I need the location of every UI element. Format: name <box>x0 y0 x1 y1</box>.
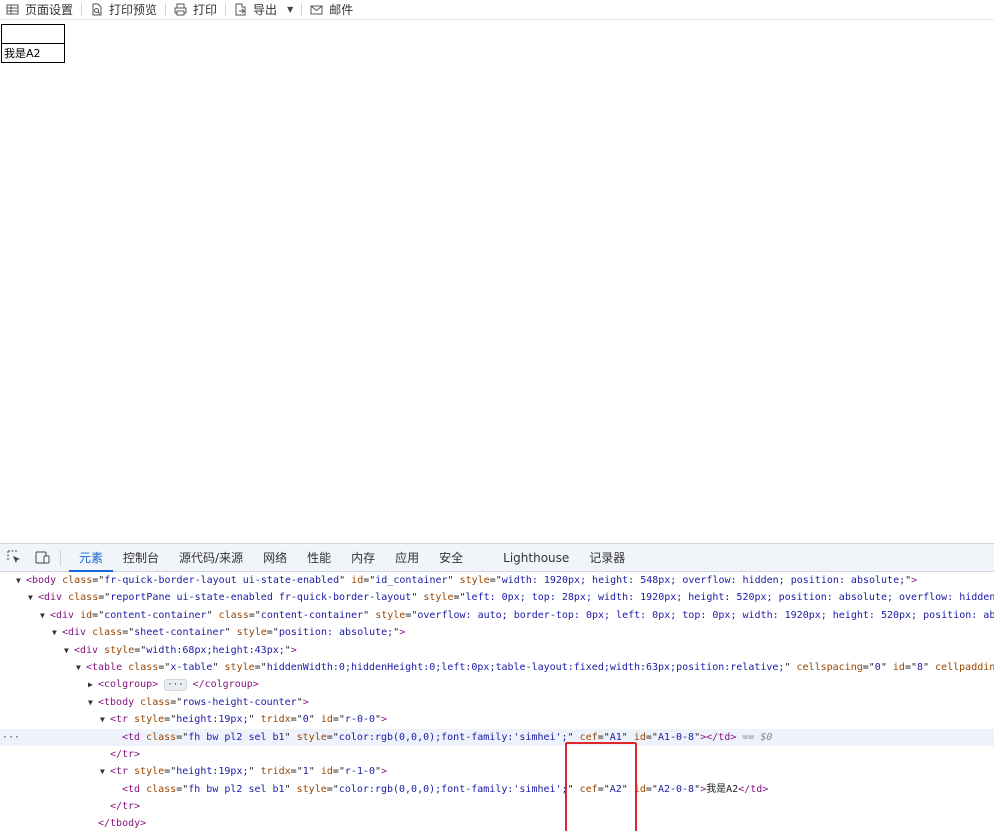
tab-recorder[interactable]: 记录器 <box>579 544 635 572</box>
export-button[interactable]: 导出 ▼ <box>228 0 299 20</box>
dom-node-tbody[interactable]: ▼ <tbody class="rows-height-counter"> <box>0 694 994 711</box>
cell-a2[interactable]: 我是A2 <box>1 43 65 63</box>
dom-node-div[interactable]: ▼ <div style="width:68px;height:43px;"> <box>0 642 994 659</box>
device-toolbar-icon[interactable] <box>28 544 56 572</box>
devtools-tab-bar: 元素 控制台 源代码/来源 网络 性能 内存 应用 安全 Lighthouse … <box>0 544 994 572</box>
chevron-down-icon[interactable]: ▼ <box>287 5 293 14</box>
expand-triangle-icon[interactable]: ▶ <box>88 676 98 693</box>
export-label: 导出 <box>253 3 278 17</box>
print-label: 打印 <box>193 3 218 17</box>
expand-triangle-icon[interactable]: ▼ <box>40 607 50 624</box>
tab-network[interactable]: 网络 <box>253 544 297 572</box>
table-row: 我是A2 <box>1 43 65 63</box>
export-icon <box>235 3 246 16</box>
expand-triangle-icon[interactable]: ▼ <box>76 659 86 676</box>
dom-node-tr[interactable]: ▼ <tr style="height:19px;" tridx="1" id="… <box>0 763 994 780</box>
dom-node-body[interactable]: ▼ <body class="fr-quick-border-layout ui-… <box>0 572 994 589</box>
dom-node-tbody-close[interactable]: </tbody> <box>0 815 994 831</box>
printer-icon <box>174 3 187 16</box>
tab-lighthouse[interactable]: Lighthouse <box>493 544 579 572</box>
dom-node-tr-close[interactable]: </tr> <box>0 746 994 763</box>
dom-node-td-selected[interactable]: ··· <td class="fh bw pl2 sel b1" style="c… <box>0 728 994 746</box>
mail-icon <box>310 5 323 15</box>
expand-triangle-icon[interactable]: ▼ <box>100 763 110 780</box>
dom-node-tr[interactable]: ▼ <tr style="height:19px;" tridx="0" id="… <box>0 711 994 728</box>
toolbar-divider <box>165 3 167 16</box>
expand-triangle-icon[interactable]: ▼ <box>16 572 26 589</box>
dom-tree: ▼ <body class="fr-quick-border-layout ui-… <box>0 572 994 831</box>
report-table: 我是A2 <box>1 24 65 63</box>
dom-node-colgroup[interactable]: ▶ <colgroup> ··· </colgroup> <box>0 676 994 693</box>
dom-node-report-pane[interactable]: ▼ <div class="reportPane ui-state-enabled… <box>0 589 994 606</box>
mail-label: 邮件 <box>329 3 354 17</box>
dom-node-sheet-container[interactable]: ▼ <div class="sheet-container" style="pos… <box>0 624 994 641</box>
mail-button[interactable]: 邮件 <box>304 0 359 20</box>
table-row <box>1 24 65 44</box>
tab-sources[interactable]: 源代码/来源 <box>169 544 253 572</box>
tab-console[interactable]: 控制台 <box>113 544 169 572</box>
page-setup-button[interactable]: 页面设置 <box>0 0 79 20</box>
report-toolbar: 页面设置 打印预览 打印 导出 ▼ 邮件 <box>0 0 994 20</box>
devtools-panel: 元素 控制台 源代码/来源 网络 性能 内存 应用 安全 Lighthouse … <box>0 543 994 831</box>
expand-triangle-icon[interactable]: ▼ <box>100 711 110 728</box>
page-setup-label: 页面设置 <box>25 3 74 17</box>
toolbar-divider <box>81 3 83 16</box>
page-setup-icon <box>6 4 19 15</box>
dom-node-td[interactable]: <td class="fh bw pl2 sel b1" style="colo… <box>0 781 994 798</box>
print-button[interactable]: 打印 <box>168 0 223 20</box>
more-options-icon[interactable]: ··· <box>2 729 20 746</box>
toolbar-divider <box>225 3 227 16</box>
expand-triangle-icon[interactable]: ▼ <box>88 694 98 711</box>
toolbar-divider <box>301 3 303 16</box>
tab-elements[interactable]: 元素 <box>69 544 114 572</box>
print-preview-icon <box>92 3 102 16</box>
print-preview-button[interactable]: 打印预览 <box>84 0 163 20</box>
dom-node-table[interactable]: ▼ <table class="x-table" style="hiddenWid… <box>0 659 994 676</box>
inspect-element-icon[interactable] <box>0 544 28 572</box>
expand-ellipsis-button[interactable]: ··· <box>164 679 187 692</box>
tab-memory[interactable]: 内存 <box>341 544 385 572</box>
cell-a1[interactable] <box>1 24 65 44</box>
dom-node-content-container[interactable]: ▼ <div id="content-container" class="cont… <box>0 607 994 624</box>
tab-divider <box>60 549 61 566</box>
dom-node-tr-close[interactable]: </tr> <box>0 798 994 815</box>
tab-performance[interactable]: 性能 <box>297 544 341 572</box>
expand-triangle-icon[interactable]: ▼ <box>52 624 62 641</box>
tab-security[interactable]: 安全 <box>429 544 473 572</box>
expand-triangle-icon[interactable]: ▼ <box>28 589 38 606</box>
expand-triangle-icon[interactable]: ▼ <box>64 642 74 659</box>
tab-application[interactable]: 应用 <box>385 544 429 572</box>
print-preview-label: 打印预览 <box>109 3 158 17</box>
